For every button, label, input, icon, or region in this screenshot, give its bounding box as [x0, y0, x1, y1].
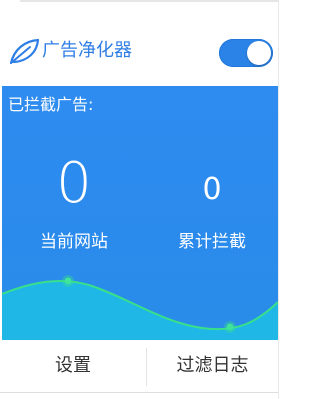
wave-dot	[64, 277, 72, 285]
stats-panel: 已拦截广告: 0 当前网站 0 累计拦截	[2, 86, 278, 340]
current-site-count: 0	[56, 151, 92, 216]
settings-button[interactable]: 设置	[0, 340, 146, 392]
current-site-label: 当前网站	[40, 232, 108, 252]
total-blocked-label: 累计拦截	[178, 232, 246, 252]
total-blocked-count: 0	[202, 172, 222, 207]
ad-filter-toggle[interactable]	[219, 39, 273, 67]
app-title: 广告净化器	[42, 40, 132, 61]
bottom-border	[0, 392, 278, 393]
window-edge	[278, 0, 294, 399]
wave-decoration	[2, 275, 278, 340]
footer: 设置 过滤日志	[0, 340, 278, 399]
popup-window: 广告净化器 已拦截广告: 0 当前网站 0 累计拦截 设置 过滤日志	[0, 0, 278, 399]
leaf-icon	[8, 38, 40, 66]
wave-dot	[226, 323, 234, 331]
filter-log-button[interactable]: 过滤日志	[147, 340, 278, 392]
header: 广告净化器	[0, 2, 278, 86]
blocked-ads-heading: 已拦截广告:	[8, 95, 94, 114]
toggle-knob	[247, 41, 271, 65]
